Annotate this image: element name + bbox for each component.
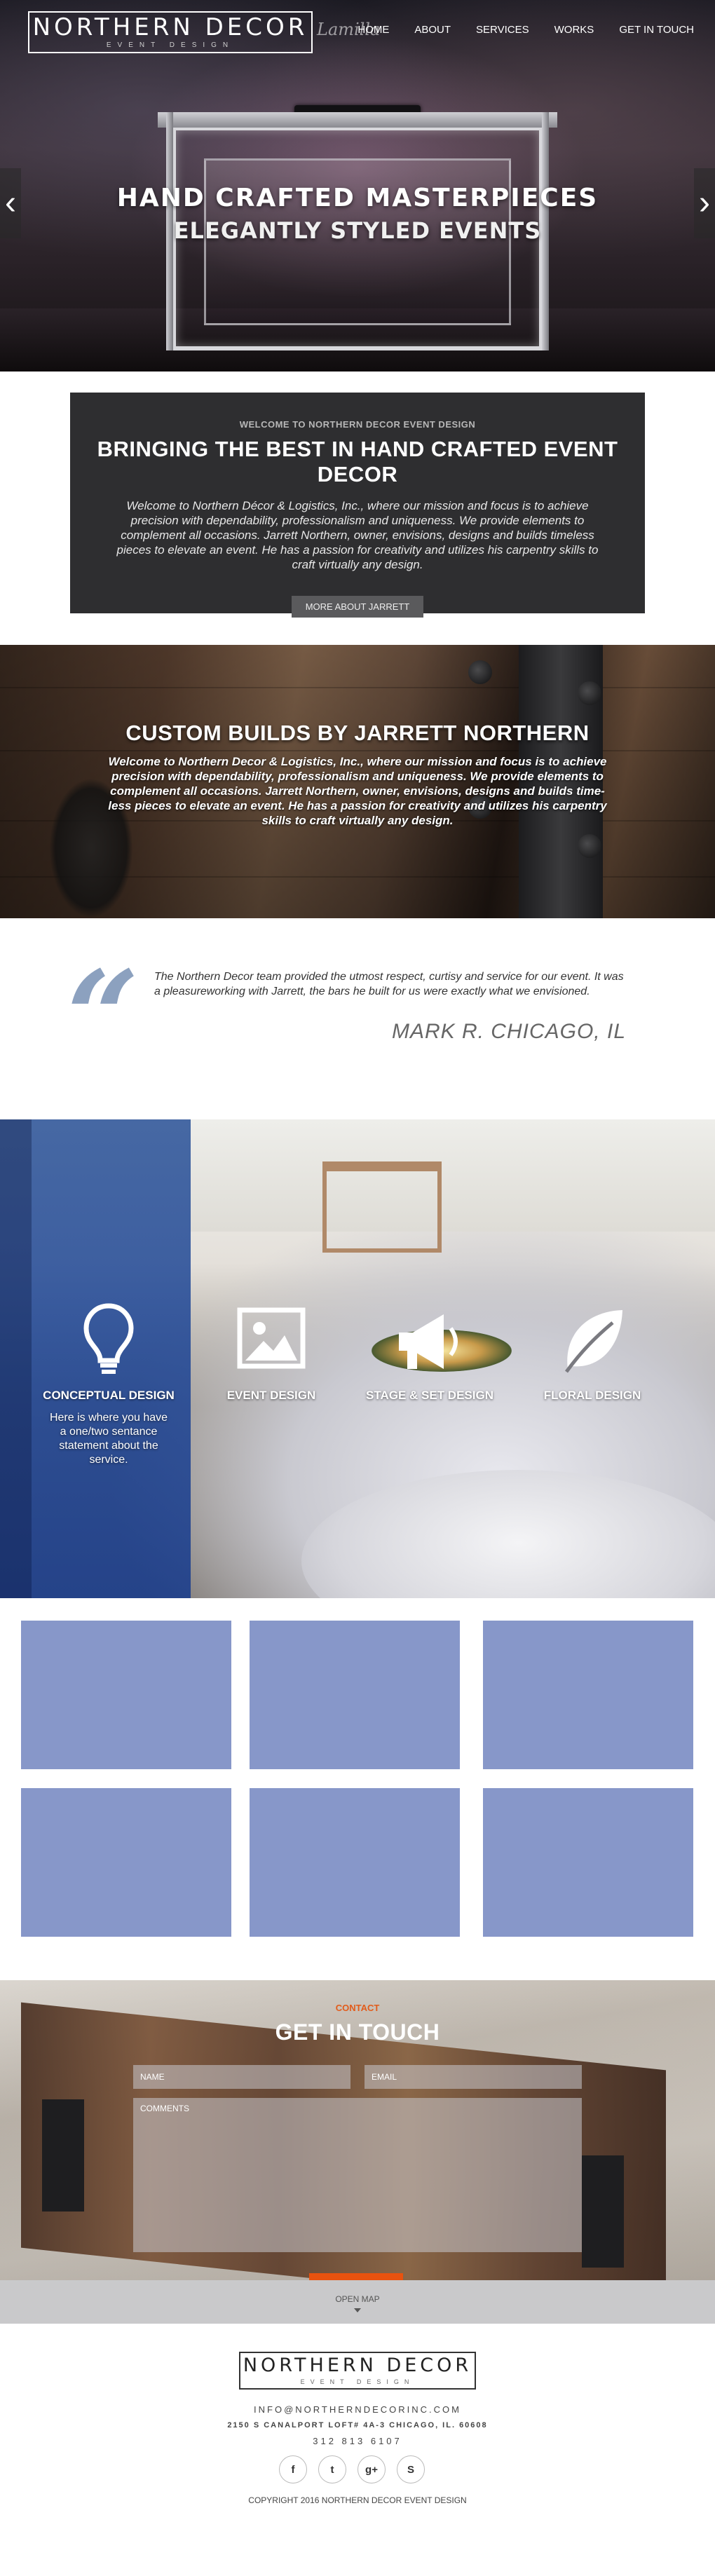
- testimonial-section: “ The Northern Decor team provided the u…: [0, 918, 715, 1119]
- service-title: CONCEPTUAL DESIGN: [43, 1389, 175, 1402]
- hero-subtitle: ELEGANTLY STYLED EVENTS: [173, 217, 542, 244]
- skype-icon[interactable]: S: [397, 2455, 425, 2483]
- logo-name: NORTHERN DECOR: [32, 13, 308, 41]
- banquet-table-image: [301, 1470, 715, 1598]
- quote-icon: “: [67, 943, 139, 1091]
- footer-phone[interactable]: 312 813 6107: [0, 2436, 715, 2446]
- nav-works[interactable]: WORKS: [554, 24, 594, 36]
- gallery-tile[interactable]: [21, 1788, 231, 1937]
- lightbulb-icon: [83, 1303, 134, 1374]
- footer-logo[interactable]: NORTHERN DECOR EVENT DESIGN: [239, 2352, 476, 2390]
- name-input[interactable]: [133, 2065, 350, 2089]
- slider-prev-button[interactable]: ‹: [0, 168, 21, 238]
- open-map-button[interactable]: OPEN MAP: [0, 2280, 715, 2324]
- footer: NORTHERN DECOR EVENT DESIGN INFO@NORTHER…: [0, 2324, 715, 2509]
- comments-textarea[interactable]: [133, 2098, 582, 2252]
- image-icon: [237, 1307, 306, 1369]
- hero-title: HAND CRAFTED MASTERPIECES: [116, 184, 599, 212]
- testimonial-author: MARK R. CHICAGO, IL: [391, 1020, 626, 1043]
- footer-email-link[interactable]: INFO@NORTHERNDECORINC.COM: [0, 2404, 715, 2415]
- navbar: NORTHERN DECOR EVENT DESIGN Lamilla HOME…: [0, 0, 715, 64]
- welcome-box: WELCOME TO NORTHERN DECOR EVENT DESIGN B…: [70, 393, 645, 618]
- chevron-right-icon: ›: [699, 184, 710, 222]
- nav-get-in-touch[interactable]: GET IN TOUCH: [619, 24, 694, 36]
- testimonial-quote: The Northern Decor team provided the utm…: [154, 971, 624, 997]
- welcome-heading: BRINGING THE BEST IN HAND CRAFTED EVENT …: [97, 437, 618, 486]
- contact-section: CONTACT GET IN TOUCH SUBMIT OPEN MAP: [0, 1980, 715, 2324]
- social-links: f t g+ S: [279, 2455, 425, 2483]
- nav-services[interactable]: SERVICES: [476, 24, 529, 36]
- main-nav: HOME ABOUT SERVICES WORKS GET IN TOUCH: [332, 24, 694, 36]
- logo-tagline: EVENT DESIGN: [106, 41, 235, 49]
- chevron-left-icon: ‹: [5, 184, 16, 222]
- caret-down-icon: [354, 2308, 361, 2312]
- service-stage-set-design[interactable]: STAGE & SET DESIGN: [353, 1302, 507, 1403]
- gallery-tile[interactable]: [250, 1621, 460, 1769]
- service-event-design[interactable]: EVENT DESIGN: [194, 1302, 348, 1403]
- copyright: COPYRIGHT 2016 NORTHERN DECOR EVENT DESI…: [248, 2495, 467, 2505]
- site-logo[interactable]: NORTHERN DECOR EVENT DESIGN: [28, 11, 313, 53]
- google-plus-icon[interactable]: g+: [358, 2455, 386, 2483]
- welcome-section: WELCOME TO NORTHERN DECOR EVENT DESIGN B…: [0, 372, 715, 645]
- service-conceptual-design[interactable]: CONCEPTUAL DESIGN Here is where you have…: [32, 1302, 186, 1467]
- nav-about[interactable]: ABOUT: [414, 24, 451, 36]
- service-title: FLORAL DESIGN: [543, 1389, 641, 1402]
- contact-kicker: CONTACT: [335, 2003, 380, 2013]
- footer-logo-name: NORTHERN DECOR: [243, 2354, 472, 2376]
- services-section: CONCEPTUAL DESIGN Here is where you have…: [0, 1119, 715, 1598]
- contact-title: GET IN TOUCH: [275, 2019, 440, 2045]
- more-about-button[interactable]: MORE ABOUT JARRETT: [291, 596, 424, 618]
- footer-logo-tagline: EVENT DESIGN: [300, 2378, 415, 2385]
- welcome-body: Welcome to Northern Décor & Logistics, I…: [116, 499, 599, 571]
- footer-address: 2150 S CANALPORT LOFT# 4A-3 CHICAGO, IL.…: [227, 2421, 488, 2430]
- open-map-label: OPEN MAP: [335, 2294, 380, 2304]
- facebook-icon[interactable]: f: [279, 2455, 307, 2483]
- service-title: EVENT DESIGN: [226, 1389, 316, 1402]
- hero-section: NORTHERN DECOR EVENT DESIGN Lamilla HOME…: [0, 0, 715, 372]
- twitter-icon[interactable]: t: [318, 2455, 346, 2483]
- email-input[interactable]: [365, 2065, 582, 2089]
- slider-next-button[interactable]: ›: [694, 168, 715, 238]
- wooden-structure-image: [322, 1161, 442, 1253]
- custom-builds-title: CUSTOM BUILDS BY JARRETT NORTHERN: [125, 721, 590, 745]
- gallery-tile[interactable]: [21, 1621, 231, 1769]
- gallery-section: [0, 1598, 715, 1980]
- welcome-kicker: WELCOME TO NORTHERN DECOR EVENT DESIGN: [239, 419, 476, 430]
- service-title: STAGE & SET DESIGN: [366, 1389, 493, 1402]
- custom-builds-body: Welcome to Northern Decor & Logistics, I…: [108, 755, 607, 827]
- gallery-tile[interactable]: [483, 1621, 693, 1769]
- gallery-tile[interactable]: [250, 1788, 460, 1937]
- custom-builds-section: CUSTOM BUILDS BY JARRETT NORTHERN Welcom…: [0, 645, 715, 918]
- service-floral-design[interactable]: FLORAL DESIGN: [515, 1302, 669, 1403]
- megaphone-icon: [399, 1314, 458, 1369]
- nav-home[interactable]: HOME: [358, 24, 389, 36]
- service-description: Here is where you have a one/two sentanc…: [49, 1412, 168, 1466]
- gallery-tile[interactable]: [483, 1788, 693, 1937]
- leaf-icon: [564, 1310, 622, 1373]
